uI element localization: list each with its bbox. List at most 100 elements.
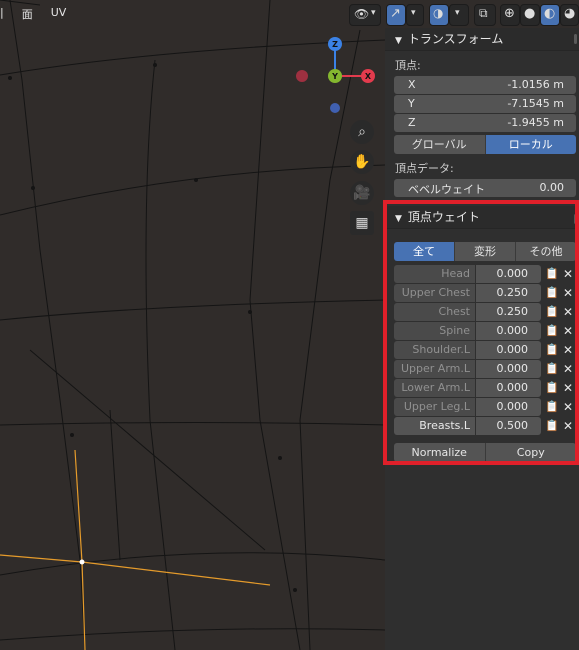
weight-actions: Normalize Copy [394, 443, 576, 462]
y-field[interactable]: Y -7.1545 m [394, 95, 576, 113]
shading-rendered-button[interactable]: ◕ [560, 4, 579, 26]
shading-wireframe-button[interactable]: ⊕ [500, 4, 520, 26]
menu-face[interactable]: 面 [22, 4, 33, 24]
paste-icon[interactable]: 📋 [543, 341, 561, 359]
weight-value[interactable]: 0.000 [476, 341, 541, 359]
normalize-button[interactable]: Normalize [394, 443, 486, 462]
scrollbar[interactable] [574, 214, 577, 224]
weight-row: Chest 0.250 📋 ✕ [394, 303, 579, 321]
group-name[interactable]: Upper Arm.L [394, 360, 475, 378]
group-name[interactable]: Shoulder.L [394, 341, 475, 359]
close-icon[interactable]: ✕ [561, 284, 575, 302]
weight-row: Upper Chest 0.250 📋 ✕ [394, 284, 579, 302]
wireframe-sphere-icon: ⊕ [504, 6, 515, 21]
group-name[interactable]: Breasts.L [394, 417, 475, 435]
menu-bar-edge[interactable]: | [0, 4, 4, 24]
weight-value[interactable]: 0.500 [476, 417, 541, 435]
weight-value[interactable]: 0.000 [476, 360, 541, 378]
header-menu: | 面 UV [0, 4, 66, 24]
weight-value[interactable]: 0.250 [476, 303, 541, 321]
overlay-toggle-button[interactable]: ◑ [429, 4, 449, 26]
rendered-sphere-icon: ◕ [564, 6, 576, 21]
paste-icon[interactable]: 📋 [543, 284, 561, 302]
x-label: X [408, 78, 416, 91]
space-toggle: グローバル ローカル [394, 135, 576, 154]
xray-icon: ⧉ [479, 6, 488, 20]
group-name[interactable]: Upper Leg.L [394, 398, 475, 416]
camera-icon[interactable]: 🎥 [350, 181, 374, 205]
paste-icon[interactable]: 📋 [543, 398, 561, 416]
group-name[interactable]: Chest [394, 303, 475, 321]
transform-panel-header[interactable]: ▼ トランスフォーム [385, 28, 579, 51]
x-axis-label: X [365, 72, 372, 81]
close-icon[interactable]: ✕ [561, 417, 575, 435]
group-name[interactable]: Head [394, 265, 475, 283]
weight-value[interactable]: 0.000 [476, 379, 541, 397]
weight-row: Shoulder.L 0.000 📋 ✕ [394, 341, 579, 359]
transform-title: トランスフォーム [407, 32, 504, 46]
scrollbar[interactable] [574, 34, 577, 44]
tab-all[interactable]: 全て [394, 242, 455, 261]
zoom-icon[interactable]: ⌕ [350, 120, 374, 144]
weight-value[interactable]: 0.000 [476, 265, 541, 283]
vertex-weights-header[interactable]: ▼ 頂点ウェイト [385, 206, 579, 229]
overlay-dropdown[interactable]: ▾ [449, 4, 469, 26]
weight-value[interactable]: 0.000 [476, 398, 541, 416]
group-name[interactable]: Lower Arm.L [394, 379, 475, 397]
grid-icon[interactable]: ▦ [350, 211, 374, 235]
expand-triangle-icon: ▼ [395, 214, 402, 224]
global-button[interactable]: グローバル [394, 135, 486, 154]
copy-button[interactable]: Copy [485, 443, 576, 462]
close-icon[interactable]: ✕ [561, 360, 575, 378]
paste-icon[interactable]: 📋 [543, 322, 561, 340]
close-icon[interactable]: ✕ [561, 398, 575, 416]
weight-row: Lower Arm.L 0.000 📋 ✕ [394, 379, 579, 397]
vertex-weights-title: 頂点ウェイト [407, 210, 480, 224]
bevel-weight-field[interactable]: ベベルウェイト 0.00 [394, 179, 576, 197]
group-name[interactable]: Spine [394, 322, 475, 340]
close-icon[interactable]: ✕ [561, 322, 575, 340]
tab-deform[interactable]: 変形 [455, 242, 516, 261]
paste-icon[interactable]: 📋 [543, 303, 561, 321]
vertex-weights-panel: ▼ 頂点ウェイト 全て 変形 その他 Head 0.000 📋 ✕ Upper Ches… [385, 206, 579, 462]
weight-row-active: Breasts.L 0.500 📋 ✕ [394, 417, 579, 435]
xray-toggle-button[interactable]: ⧉ [474, 4, 496, 26]
gizmo-dropdown[interactable]: ▾ [406, 4, 424, 26]
z-field[interactable]: Z -1.9455 m [394, 114, 576, 132]
y-label: Y [408, 97, 415, 110]
weight-row: Upper Arm.L 0.000 📋 ✕ [394, 360, 579, 378]
close-icon[interactable]: ✕ [561, 379, 575, 397]
weight-value[interactable]: 0.000 [476, 322, 541, 340]
weight-row: Head 0.000 📋 ✕ [394, 265, 579, 283]
weight-value[interactable]: 0.250 [476, 284, 541, 302]
paste-icon[interactable]: 📋 [543, 417, 561, 435]
eye-icon: 👁 [354, 7, 370, 21]
bevel-weight-value: 0.00 [539, 181, 565, 194]
menu-uv[interactable]: UV [51, 4, 67, 24]
visibility-dropdown[interactable]: 👁 ▾ [349, 4, 381, 26]
gizmo-toggle-button[interactable]: ↗ [386, 4, 406, 26]
hand-icon[interactable]: ✋ [350, 150, 374, 174]
paste-icon[interactable]: 📋 [543, 379, 561, 397]
transform-gizmo-icon: ↗ [390, 6, 401, 21]
group-name[interactable]: Upper Chest [394, 284, 475, 302]
chevron-down-icon: ▾ [411, 8, 416, 18]
z-label: Z [408, 116, 416, 129]
navigation-gizmo[interactable]: Z X Y [290, 34, 380, 114]
tab-other[interactable]: その他 [516, 242, 576, 261]
weight-filter-tabs: 全て 変形 その他 [394, 242, 576, 261]
local-button[interactable]: ローカル [485, 135, 576, 154]
weight-row: Upper Leg.L 0.000 📋 ✕ [394, 398, 579, 416]
vertex-label: 頂点: [395, 59, 421, 72]
sidebar-panel: ▼ トランスフォーム 頂点: X -1.0156 m Y -7.1545 m Z -1.… [385, 28, 579, 650]
shading-solid-button[interactable]: ● [520, 4, 540, 26]
close-icon[interactable]: ✕ [561, 265, 575, 283]
close-icon[interactable]: ✕ [561, 341, 575, 359]
expand-triangle-icon: ▼ [395, 36, 402, 46]
close-icon[interactable]: ✕ [561, 303, 575, 321]
x-field[interactable]: X -1.0156 m [394, 76, 576, 94]
shading-material-button[interactable]: ◐ [540, 4, 560, 26]
paste-icon[interactable]: 📋 [543, 265, 561, 283]
material-sphere-icon: ◐ [544, 6, 556, 21]
paste-icon[interactable]: 📋 [543, 360, 561, 378]
